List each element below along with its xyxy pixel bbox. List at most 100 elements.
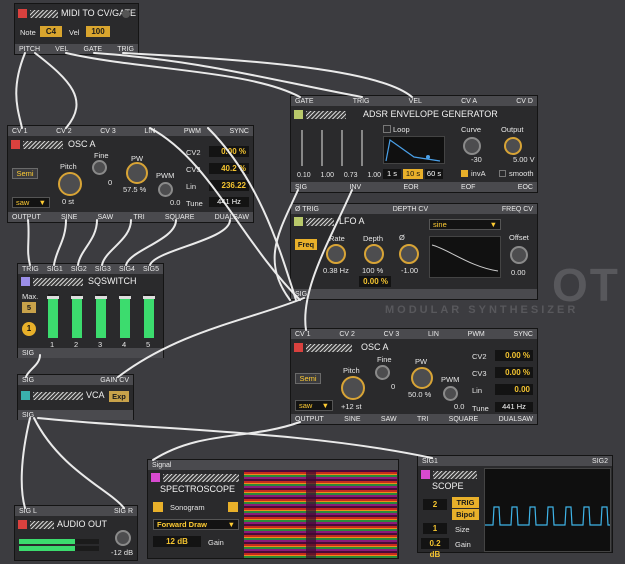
port-dualsaw[interactable]: DUALSAW	[499, 416, 533, 423]
fine-knob[interactable]	[92, 160, 107, 175]
freq-button[interactable]: Freq	[295, 239, 317, 250]
spectroscope-module[interactable]: Signal SPECTROSCOPE Sonogram Forward Dra…	[147, 459, 399, 559]
bipol-button[interactable]: Bipol	[452, 509, 479, 520]
port-saw[interactable]: SAW	[381, 416, 397, 423]
port-square[interactable]: SQUARE	[165, 214, 195, 221]
range-10s-button[interactable]: 10 s	[403, 169, 423, 179]
port-sig1[interactable]: SIG1	[422, 458, 438, 465]
port-signal[interactable]: Signal	[152, 462, 171, 469]
port-vel[interactable]: VEL	[409, 98, 422, 105]
size-value[interactable]: 1	[423, 523, 447, 534]
port-cv3[interactable]: CV 3	[100, 128, 116, 135]
lin-value[interactable]: 236.22	[209, 180, 249, 191]
phase-knob[interactable]	[399, 244, 419, 264]
vel-value[interactable]: 100	[86, 26, 110, 37]
port-sig[interactable]: SIG	[295, 291, 307, 298]
lfo-waveform-dropdown[interactable]: sine ▼	[429, 219, 501, 230]
range-1s-button[interactable]: 1 s	[383, 169, 401, 179]
port-trig[interactable]: TRIG	[117, 46, 134, 53]
meter-channel-3[interactable]	[95, 294, 107, 338]
port-gain-cv[interactable]: GAIN CV	[100, 377, 129, 384]
port-depth-cv[interactable]: DEPTH CV	[393, 206, 428, 213]
drag-handle[interactable]	[23, 141, 63, 149]
drag-handle[interactable]	[30, 10, 58, 18]
port-sig-r[interactable]: SIG R	[114, 508, 133, 515]
audio-out-module[interactable]: SIG L SIG R AUDIO OUT -12 dB	[14, 505, 138, 561]
note-value[interactable]: C4	[40, 26, 62, 37]
exp-button[interactable]: Exp	[109, 391, 129, 402]
meter-channel-2[interactable]	[71, 294, 83, 338]
output-gain-knob[interactable]	[115, 530, 131, 546]
osc-a-module-2[interactable]: CV 1 CV 2 CV 3 LIN PWM SYNC OSC A Semi P…	[290, 328, 538, 425]
enable-led[interactable]	[122, 10, 130, 18]
port-sig2[interactable]: SIG2	[71, 266, 87, 273]
drag-handle[interactable]	[33, 392, 83, 400]
port-cv3[interactable]: CV 3	[384, 331, 400, 338]
max-value[interactable]: 5	[22, 302, 36, 313]
draw-mode-dropdown[interactable]: Forward Draw ▼	[153, 519, 239, 530]
patch-canvas[interactable]: OT MODULAR SYNTHESIZER MIDI TO CV/GATE N…	[0, 0, 625, 564]
port-sig[interactable]: SIG	[295, 184, 307, 191]
port-eor[interactable]: EOR	[403, 184, 418, 191]
decay-slider[interactable]	[321, 130, 323, 166]
waveform-dropdown[interactable]: saw ▼	[12, 197, 50, 208]
port-sig1[interactable]: SIG1	[47, 266, 63, 273]
port-cv1[interactable]: CV 1	[12, 128, 28, 135]
attack-slider[interactable]	[301, 130, 303, 166]
pwm-knob[interactable]	[443, 386, 458, 401]
meter-channel-5[interactable]	[143, 294, 155, 338]
pw-knob[interactable]	[126, 162, 148, 184]
port-saw[interactable]: SAW	[98, 214, 114, 221]
port-output[interactable]: OUTPUT	[295, 416, 324, 423]
port-vel[interactable]: VEL	[55, 46, 68, 53]
cv3-value[interactable]: 0.00 %	[495, 367, 533, 378]
port-pitch[interactable]: PITCH	[19, 46, 40, 53]
cv3-value[interactable]: 40.2 %	[209, 163, 249, 174]
tune-value[interactable]: 441 Hz	[495, 402, 533, 412]
trig-button[interactable]: TRIG	[452, 497, 479, 508]
drag-handle[interactable]	[306, 111, 346, 119]
port-sig[interactable]: SIG	[22, 350, 34, 357]
port-output[interactable]: OUTPUT	[12, 214, 41, 221]
drag-handle[interactable]	[163, 474, 239, 482]
port-sig4[interactable]: SIG4	[119, 266, 135, 273]
lin-value[interactable]: 0.00	[495, 384, 533, 395]
tune-value[interactable]: 441 Hz	[209, 197, 249, 207]
pw-knob[interactable]	[411, 367, 433, 389]
drag-handle[interactable]	[306, 344, 352, 352]
adsr-sliders[interactable]	[297, 126, 377, 168]
depth-cv-value[interactable]: 0.00 %	[359, 276, 391, 287]
sqswitch-module[interactable]: TRIG SIG1 SIG2 SIG3 SIG4 SIG5 SQSWITCH M…	[17, 263, 164, 358]
sonogram-toggle-right[interactable]	[228, 502, 238, 512]
meter-channel-1[interactable]	[47, 294, 59, 338]
port-eoc[interactable]: EOC	[518, 184, 533, 191]
port-dualsaw[interactable]: DUALSAW	[215, 214, 249, 221]
rate-knob[interactable]	[326, 244, 346, 264]
drag-handle[interactable]	[433, 471, 477, 479]
port-cv-d[interactable]: CV D	[516, 98, 533, 105]
port-tri[interactable]: TRI	[133, 214, 144, 221]
scope-gain-value[interactable]: 0.2 dB	[421, 538, 449, 559]
scope-module[interactable]: SIG1 SIG2 SCOPE 2 TRIG Bipol 1 Size 0.2 …	[417, 455, 613, 559]
port-cv-a[interactable]: CV A	[461, 98, 477, 105]
pwm-knob[interactable]	[158, 182, 173, 197]
drag-handle[interactable]	[30, 521, 54, 529]
midi-to-cv-gate-module[interactable]: MIDI TO CV/GATE Note C4 Vel 100 PITCH VE…	[14, 3, 139, 55]
gain-value[interactable]: 12 dB	[153, 536, 201, 547]
port-sine[interactable]: SINE	[344, 416, 360, 423]
semi-button[interactable]: Semi	[295, 373, 321, 384]
output-knob[interactable]	[504, 137, 522, 155]
port-trig[interactable]: TRIG	[22, 266, 39, 273]
semi-button[interactable]: Semi	[12, 168, 38, 179]
cv2-value[interactable]: 0.00 %	[209, 146, 249, 157]
port-cv2[interactable]: CV 2	[339, 331, 355, 338]
port-phase-trig[interactable]: Ø TRIG	[295, 206, 319, 213]
pitch-knob[interactable]	[58, 172, 82, 196]
port-freq-cv[interactable]: FREQ CV	[502, 206, 533, 213]
port-sig2[interactable]: SIG2	[592, 458, 608, 465]
port-eof[interactable]: EOF	[461, 184, 475, 191]
port-sig-l[interactable]: SIG L	[19, 508, 37, 515]
port-lin[interactable]: LIN	[428, 331, 439, 338]
port-sig[interactable]: SIG	[22, 377, 34, 384]
port-cv1[interactable]: CV 1	[295, 331, 311, 338]
